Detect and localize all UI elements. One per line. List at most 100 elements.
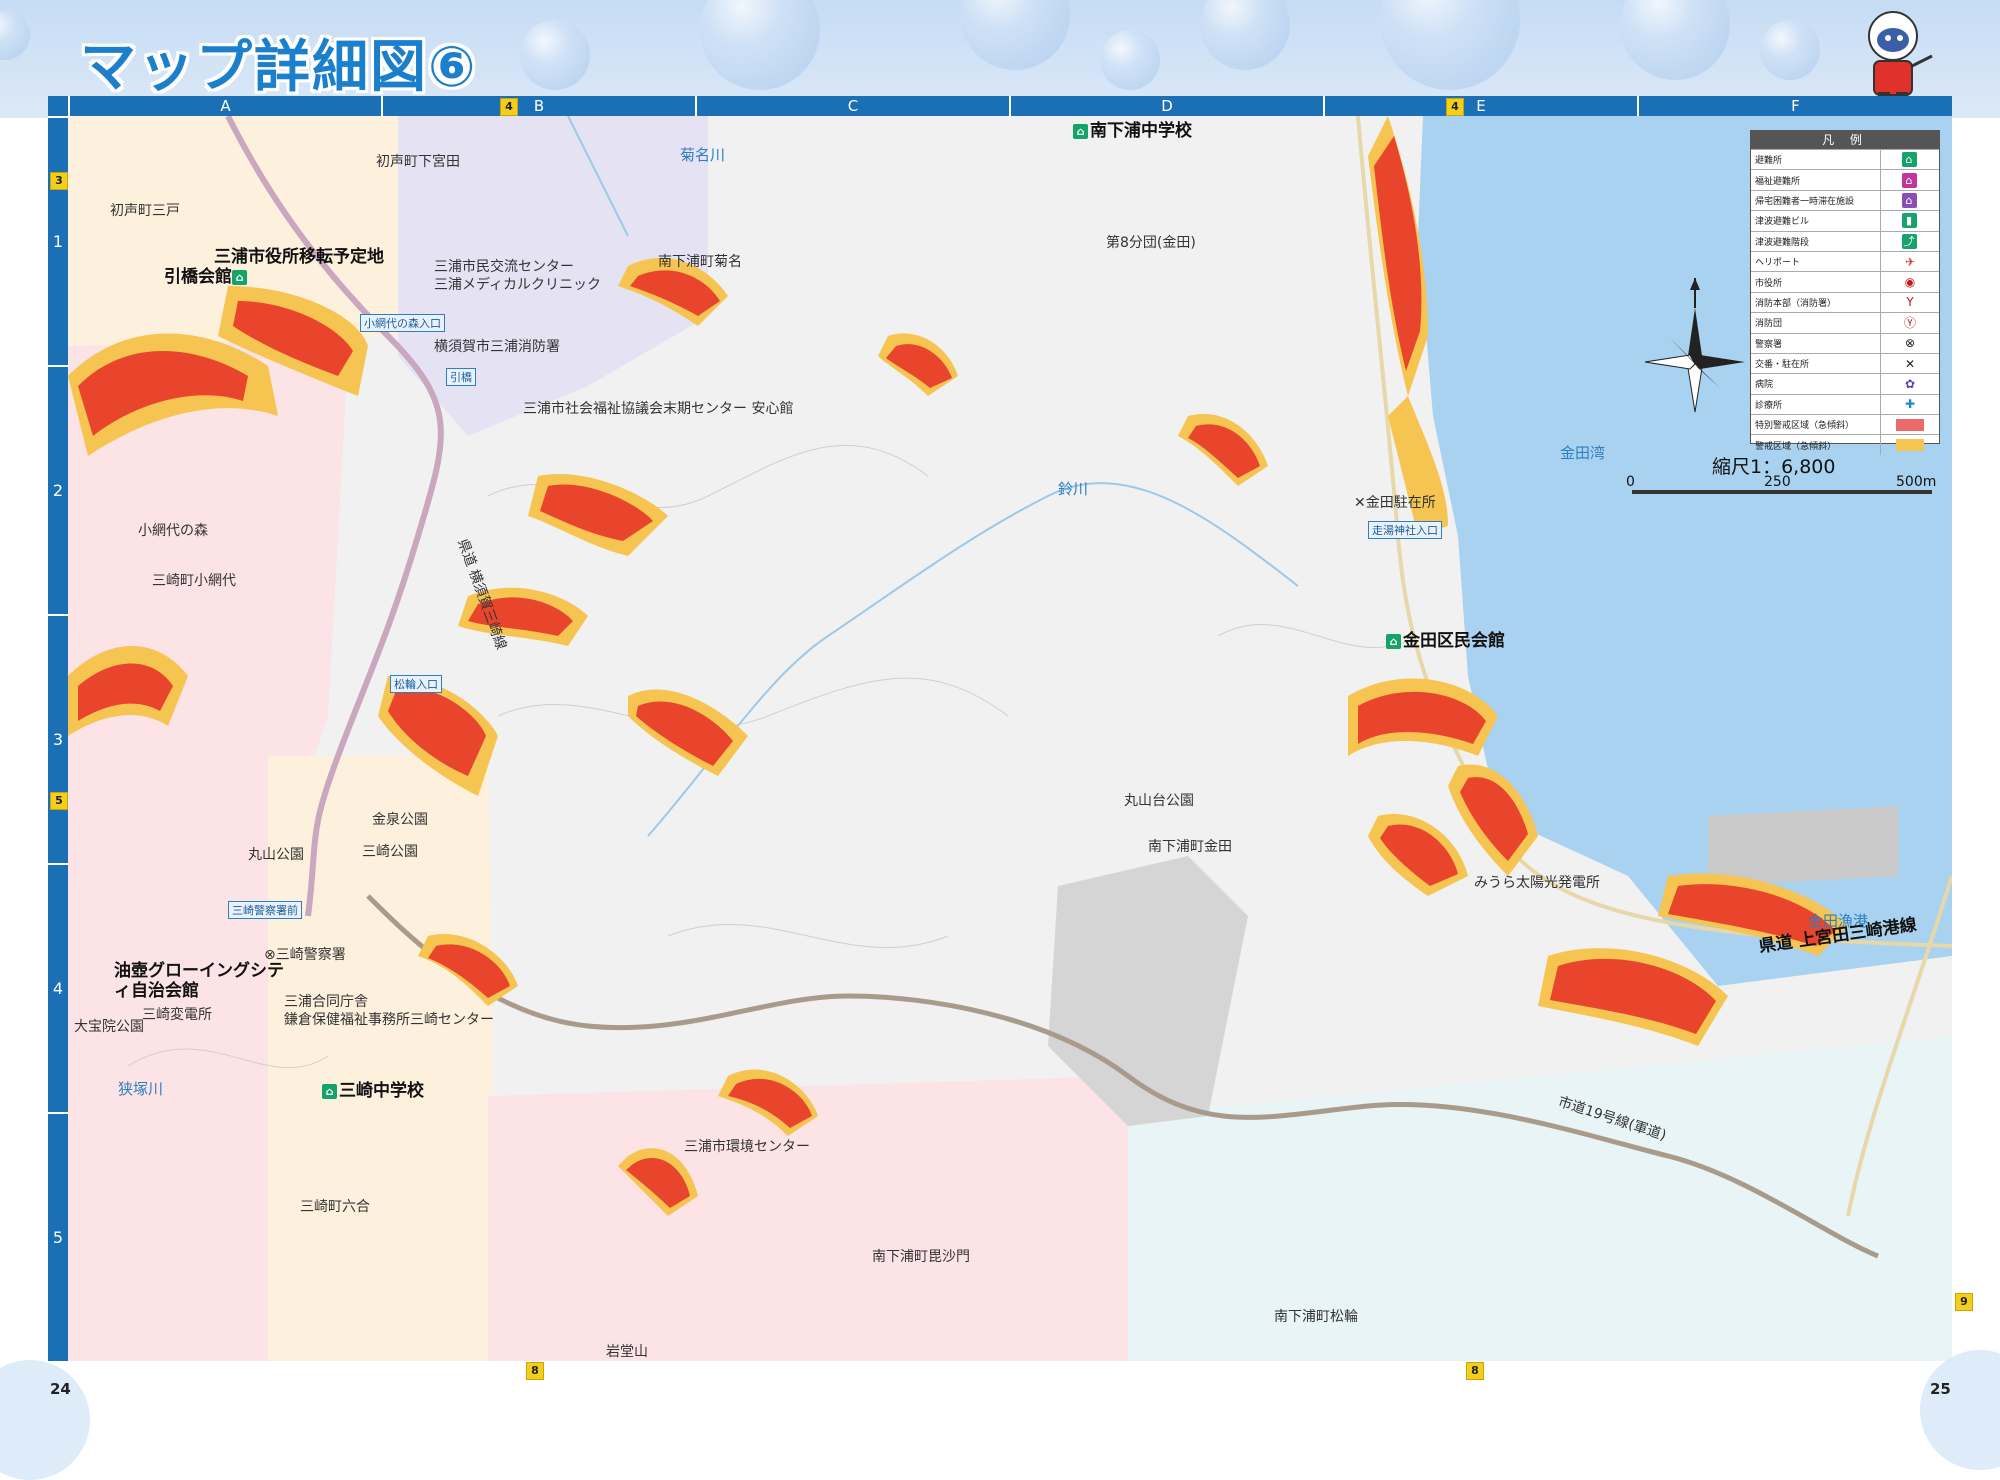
legend-row: 消防本部（消防署） Y: [1751, 291, 1939, 313]
police-misaki[interactable]: ⊗三崎警察署: [264, 944, 346, 964]
page-title: マップ詳細図⑥: [80, 35, 478, 100]
tsunami-building-icon: ▮: [1880, 211, 1939, 231]
page-number-right: 25: [1930, 1380, 1951, 1398]
legend-row: 福祉避難所 ⌂: [1751, 169, 1939, 190]
column-label: F: [1637, 96, 1952, 116]
place-label: 三崎町六合: [300, 1199, 370, 1215]
shelter-icon: ⌂: [1386, 633, 1401, 649]
legend-row: 津波避難ビル ▮: [1751, 210, 1939, 231]
legend-row: 病院 ✿: [1751, 373, 1939, 394]
place-label: 岩堂山: [606, 1344, 648, 1360]
row-grid-bar: 1 2 3 4 5: [48, 116, 68, 1361]
place-label: 三崎公園: [362, 844, 418, 860]
place-label: 三浦合同庁舎: [284, 994, 368, 1010]
scale-bar: [1632, 490, 1932, 494]
legend-row: 警察署 ⊗: [1751, 332, 1939, 353]
column-label: B: [381, 96, 695, 116]
map-legend: 凡 例 避難所 ⌂ 福祉避難所 ⌂ 帰宅困難者一時滞在施設 ⌂ 津波避難ビル ▮ 津波避…: [1750, 130, 1940, 455]
place-label: 南下浦町金田: [1148, 839, 1232, 855]
legend-row: 特別警戒区域（急傾斜）: [1751, 414, 1939, 435]
legend-row: 交番・駐在所 ✕: [1751, 352, 1939, 374]
adjacent-map-marker[interactable]: 3: [50, 172, 68, 190]
adjacent-map-marker[interactable]: 4: [1446, 98, 1464, 116]
intersection-tag: 小網代の森入口: [360, 314, 445, 332]
adjacent-map-marker[interactable]: 8: [526, 1362, 544, 1380]
decor-bubble: [1920, 1350, 2000, 1470]
bay-label: 金田湾: [1560, 444, 1606, 462]
decor-bubble: [1380, 0, 1520, 90]
special-warning-swatch: [1880, 415, 1939, 435]
legend-row: 避難所 ⌂: [1751, 149, 1939, 170]
river-label: 狭塚川: [118, 1080, 164, 1098]
intersection-tag: 松輪入口: [390, 675, 442, 693]
adjacent-map-marker[interactable]: 5: [50, 792, 68, 810]
shelter-minami-shitaura-jhs[interactable]: ⌂ 南下浦中学校: [1073, 116, 1192, 141]
place-label: みうら太陽光発電所: [1474, 875, 1600, 891]
fire-brigade-icon: Ⓨ: [1880, 313, 1939, 333]
place-label: 南下浦町毘沙門: [872, 1249, 970, 1265]
warning-swatch: [1880, 435, 1939, 455]
adjacent-map-marker[interactable]: 9: [1955, 1293, 1973, 1311]
column-label: D: [1009, 96, 1323, 116]
place-label: 油壺グローイングシティ自治会館: [114, 961, 284, 1001]
intersection-tag: 引橋: [446, 368, 476, 386]
place-label: 初声町下宮田: [376, 154, 460, 170]
scale-tick: 500m: [1896, 474, 1937, 490]
shelter-misaki-jhs[interactable]: ⌂ 三崎中学校: [322, 1076, 424, 1101]
welfare-shelter-icon: ⌂: [1880, 170, 1939, 190]
column-label: A: [68, 96, 381, 116]
legend-title: 凡 例: [1751, 131, 1939, 149]
decor-bubble: [1760, 20, 1820, 80]
page-number-left: 24: [50, 1380, 71, 1398]
police-box-kaneda[interactable]: ✕金田駐在所: [1354, 492, 1436, 512]
decor-bubble: [520, 20, 590, 90]
shelter-icon: ⌂: [322, 1083, 337, 1099]
place-label: 初声町三戸: [110, 203, 180, 219]
place-label: 第8分団(金田): [1106, 235, 1196, 251]
shelter-icon: ⌂: [1073, 123, 1088, 139]
river-label: 鈴川: [1058, 480, 1089, 498]
port-pier: [1708, 806, 1898, 886]
hospital-icon: ✿: [1880, 374, 1939, 394]
police-box-icon: ✕: [1880, 353, 1939, 374]
place-label: 金泉公園: [372, 812, 428, 828]
row-label: 4: [48, 863, 68, 1112]
scale-tick: 250: [1764, 474, 1791, 490]
place-label: 三崎町小網代: [152, 573, 236, 589]
shelter-hikihashi-kaikan[interactable]: 引橋会館 ⌂: [164, 262, 249, 287]
shelter-kaneda-hall[interactable]: ⌂ 金田区民会館: [1386, 626, 1505, 651]
place-label: 三浦市民交流センター: [434, 259, 574, 275]
legend-row: 消防団 Ⓨ: [1751, 312, 1939, 333]
river-label: 菊名川: [680, 146, 726, 164]
decor-bubble: [0, 1360, 90, 1480]
intersection-tag: 走湯神社入口: [1368, 521, 1442, 539]
column-grid-bar: A B C D E F: [48, 96, 1952, 116]
place-label: 南下浦町菊名: [658, 254, 742, 270]
decor-bubble: [0, 10, 30, 60]
place-label: 丸山公園: [248, 847, 304, 863]
decor-bubble: [700, 0, 820, 90]
place-label: 三崎変電所: [142, 1007, 212, 1023]
police-icon: ⊗: [1880, 333, 1939, 353]
column-label: C: [695, 96, 1009, 116]
place-label: 鎌倉保健福祉事務所三崎センター: [284, 1012, 494, 1028]
place-label: 三浦メディカルクリニック: [434, 277, 602, 293]
compass-rose-icon: [1644, 278, 1745, 413]
legend-row: ヘリポート ✈: [1751, 250, 1939, 272]
clinic-icon: ✚: [1880, 394, 1939, 415]
temporary-stay-icon: ⌂: [1880, 190, 1939, 211]
intersection-tag: 三崎警察署前: [228, 901, 302, 919]
adjacent-map-marker[interactable]: 4: [500, 98, 518, 116]
adjacent-map-marker[interactable]: 8: [1466, 1362, 1484, 1380]
shelter-icon: ⌂: [232, 269, 247, 285]
decor-bubble: [1620, 0, 1730, 80]
shelter-icon: ⌂: [1880, 150, 1939, 170]
legend-row: 帰宅困難者一時滞在施設 ⌂: [1751, 189, 1939, 211]
place-label: 横須賀市三浦消防署: [434, 339, 560, 355]
decor-bubble: [960, 0, 1070, 70]
scale-tick: 0: [1626, 474, 1635, 490]
row-label: 5: [48, 1112, 68, 1361]
place-label: 三浦市社会福祉協議会末期センター 安心館: [523, 401, 794, 417]
place-label: 三浦市環境センター: [684, 1139, 810, 1155]
decor-bubble: [1100, 30, 1160, 90]
